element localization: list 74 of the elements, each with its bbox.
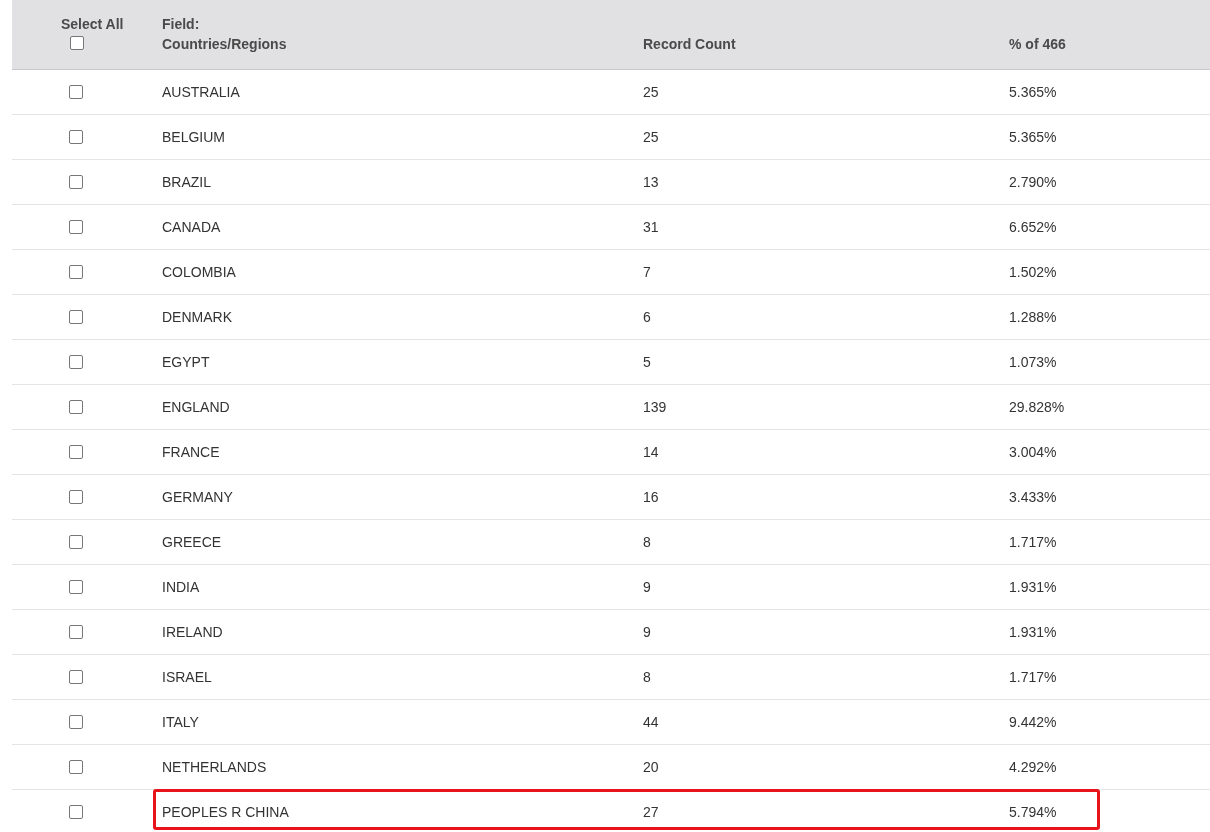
percent-value: 1.502%: [1009, 264, 1057, 280]
row-checkbox[interactable]: [69, 355, 83, 369]
row-checkbox[interactable]: [69, 265, 83, 279]
percent-value: 4.292%: [1009, 759, 1057, 775]
record-count: 139: [643, 399, 667, 415]
row-checkbox[interactable]: [69, 670, 83, 684]
record-count: 16: [643, 489, 659, 505]
row-checkbox[interactable]: [69, 220, 83, 234]
country-name: GERMANY: [162, 489, 233, 505]
select-all-label: Select All: [61, 15, 124, 34]
country-name: PEOPLES R CHINA: [162, 804, 289, 820]
column-header: % of 466: [1009, 35, 1066, 54]
row-checkbox[interactable]: [69, 715, 83, 729]
select-all-checkbox[interactable]: [70, 36, 84, 50]
country-name: INDIA: [162, 579, 200, 595]
country-name: EGYPT: [162, 354, 210, 370]
record-count: 31: [643, 219, 659, 235]
record-count: 6: [643, 309, 651, 325]
row-checkbox[interactable]: [69, 760, 83, 774]
record-count: 20: [643, 759, 659, 775]
row-checkbox[interactable]: [69, 175, 83, 189]
country-name: CANADA: [162, 219, 221, 235]
record-count: 5: [643, 354, 651, 370]
country-name: IRELAND: [162, 624, 223, 640]
row-checkbox[interactable]: [69, 400, 83, 414]
country-name: BELGIUM: [162, 129, 225, 145]
row-checkbox[interactable]: [69, 490, 83, 504]
country-name: GREECE: [162, 534, 222, 550]
column-header: Countries/Regions: [162, 35, 288, 54]
country-name: DENMARK: [162, 309, 232, 325]
row-checkbox[interactable]: [69, 85, 83, 99]
record-count: 25: [643, 129, 659, 145]
row-checkbox[interactable]: [69, 445, 83, 459]
percent-value: 6.652%: [1009, 219, 1057, 235]
percent-value: 1.931%: [1009, 624, 1057, 640]
percent-value: 1.288%: [1009, 309, 1057, 325]
row-checkbox[interactable]: [69, 130, 83, 144]
country-name: ITALY: [162, 714, 199, 730]
record-count: 8: [643, 534, 651, 550]
record-count: 9: [643, 579, 651, 595]
country-name: COLOMBIA: [162, 264, 236, 280]
record-count: 44: [643, 714, 659, 730]
percent-value: 1.931%: [1009, 579, 1057, 595]
country-name: FRANCE: [162, 444, 220, 460]
record-count: 25: [643, 84, 659, 100]
percent-value: 1.073%: [1009, 354, 1057, 370]
percent-value: 9.442%: [1009, 714, 1057, 730]
row-checkbox[interactable]: [69, 535, 83, 549]
column-header: Record Count: [643, 35, 736, 54]
field-label: Field:: [162, 15, 201, 34]
percent-value: 1.717%: [1009, 669, 1057, 685]
percent-value: 3.004%: [1009, 444, 1057, 460]
row-checkbox[interactable]: [69, 310, 83, 324]
record-count: 8: [643, 669, 651, 685]
percent-value: 5.365%: [1009, 129, 1057, 145]
percent-value: 2.790%: [1009, 174, 1057, 190]
record-count: 7: [643, 264, 651, 280]
row-checkbox[interactable]: [69, 625, 83, 639]
record-count: 27: [643, 804, 659, 820]
row-checkbox[interactable]: [69, 580, 83, 594]
record-count: 13: [643, 174, 659, 190]
record-count: 14: [643, 444, 659, 460]
percent-value: 5.365%: [1009, 84, 1057, 100]
percent-value: 5.794%: [1009, 804, 1057, 820]
country-name: NETHERLANDS: [162, 759, 267, 775]
country-name: AUSTRALIA: [162, 84, 240, 100]
percent-value: 1.717%: [1009, 534, 1057, 550]
percent-value: 3.433%: [1009, 489, 1057, 505]
country-name: BRAZIL: [162, 174, 211, 190]
row-checkbox[interactable]: [69, 805, 83, 819]
country-name: ENGLAND: [162, 399, 230, 415]
percent-value: 29.828%: [1009, 399, 1065, 415]
country-name: ISRAEL: [162, 669, 212, 685]
record-count: 9: [643, 624, 651, 640]
